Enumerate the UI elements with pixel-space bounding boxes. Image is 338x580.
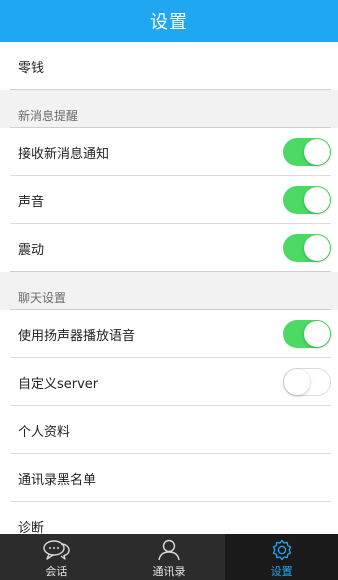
receive-notify-label: 接收新消息通知 <box>18 146 110 162</box>
receive-notify-toggle[interactable] <box>283 138 331 166</box>
tab-conversations[interactable]: 会话 <box>0 534 113 580</box>
sound-row[interactable]: 声音 <box>0 176 338 224</box>
title-bar: 设置 <box>0 0 338 42</box>
toggle-knob <box>304 139 330 165</box>
gear-icon <box>272 539 291 561</box>
tab-label: 通讯录 <box>152 565 186 578</box>
person-icon <box>158 539 180 561</box>
toggle-knob <box>304 187 330 213</box>
chat-bubbles-icon <box>43 540 71 560</box>
profile-label: 个人资料 <box>18 424 71 440</box>
tab-label: 设置 <box>270 565 293 578</box>
tab-settings[interactable]: 设置 <box>225 534 338 580</box>
tab-contacts[interactable]: 通讯录 <box>113 534 226 580</box>
custom-server-toggle[interactable] <box>283 368 331 396</box>
diagnose-row[interactable]: 诊断 <box>0 502 338 534</box>
sound-toggle[interactable] <box>283 186 331 214</box>
section-label: 新消息提醒 <box>18 109 79 123</box>
custom-server-row[interactable]: 自定义server <box>0 358 338 406</box>
speaker-row[interactable]: 使用扬声器播放语音 <box>0 310 338 358</box>
section-header-chat: 聊天设置 <box>0 272 338 310</box>
wallet-label: 零钱 <box>18 60 45 76</box>
blacklist-row[interactable]: 通讯录黑名单 <box>0 454 338 502</box>
custom-server-label: 自定义server <box>18 376 99 392</box>
page-title: 设置 <box>150 12 188 33</box>
profile-row[interactable]: 个人资料 <box>0 406 338 454</box>
toggle-knob <box>284 369 310 395</box>
diagnose-label: 诊断 <box>18 520 45 535</box>
speaker-toggle[interactable] <box>283 320 331 348</box>
tab-label: 会话 <box>45 565 68 578</box>
wallet-row[interactable]: 零钱 <box>0 42 338 90</box>
vibrate-label: 震动 <box>18 242 45 258</box>
bottom-tab-bar: 会话 通讯录 设置 <box>0 534 338 580</box>
vibrate-toggle[interactable] <box>283 234 331 262</box>
receive-notify-row[interactable]: 接收新消息通知 <box>0 128 338 176</box>
section-header-notifications: 新消息提醒 <box>0 90 338 128</box>
vibrate-row[interactable]: 震动 <box>0 224 338 272</box>
speaker-label: 使用扬声器播放语音 <box>18 328 136 344</box>
sound-label: 声音 <box>18 194 45 210</box>
settings-list[interactable]: 零钱 新消息提醒 接收新消息通知 声音 震动 聊天设置 使用扬声器播放语音 自定… <box>0 42 338 534</box>
blacklist-label: 通讯录黑名单 <box>18 472 97 488</box>
toggle-knob <box>304 321 330 347</box>
section-label: 聊天设置 <box>18 291 67 305</box>
toggle-knob <box>304 235 330 261</box>
